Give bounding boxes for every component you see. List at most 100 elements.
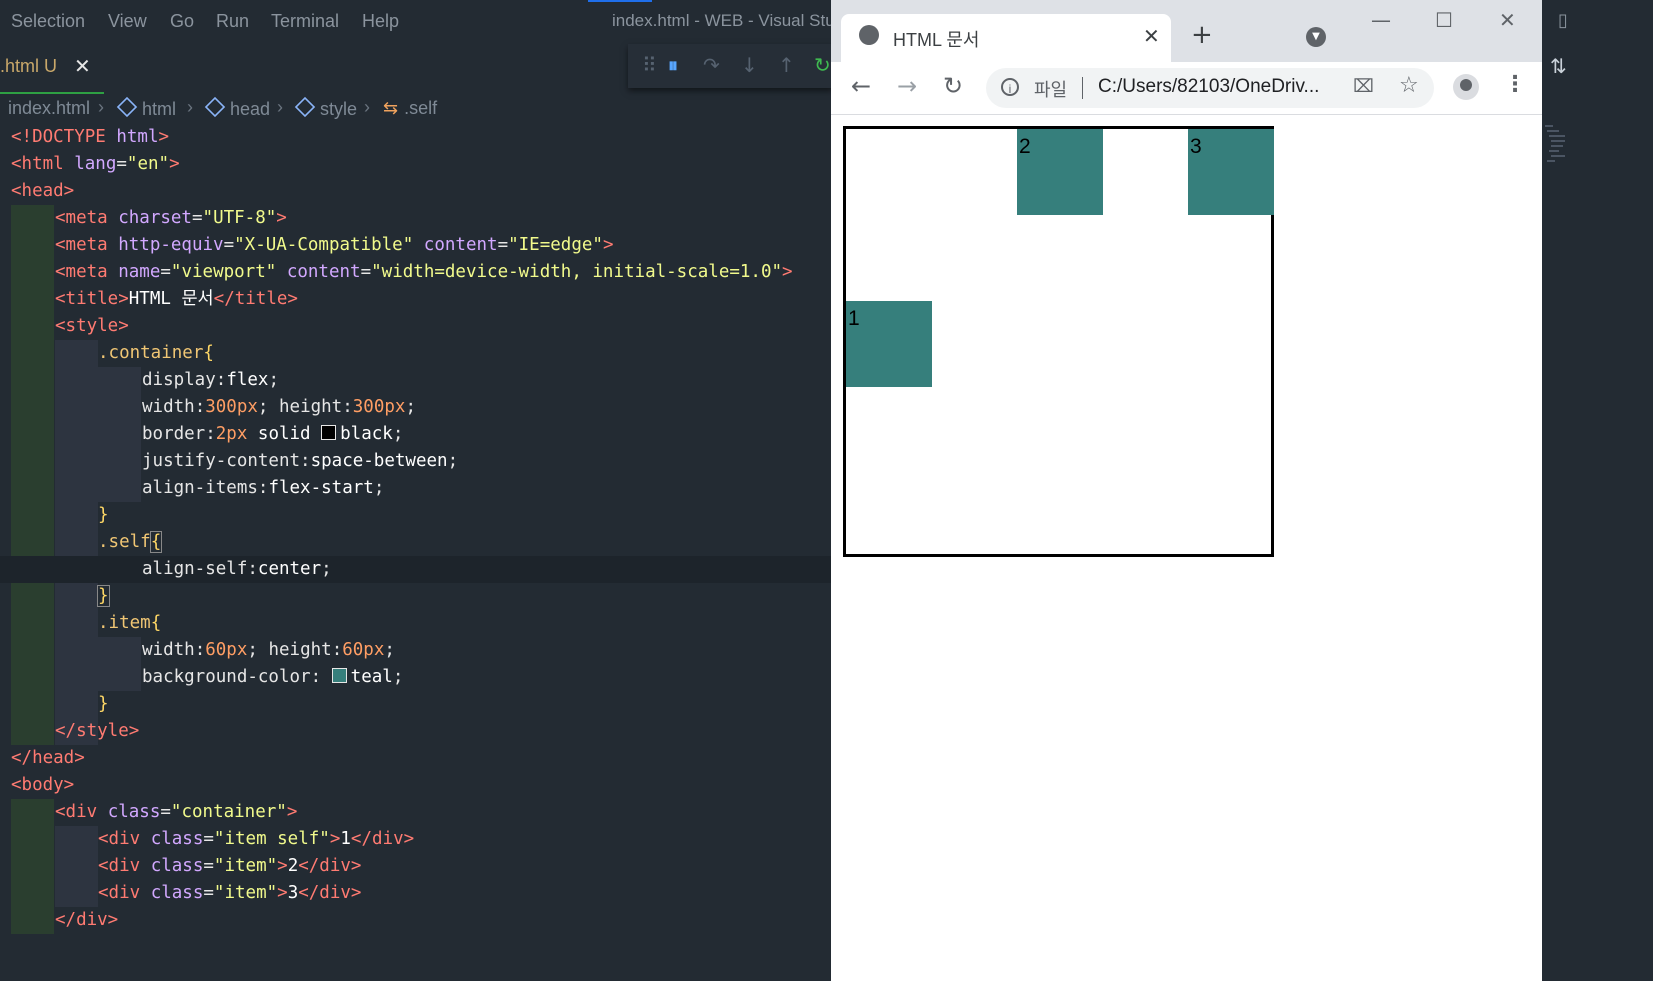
indent-guide	[55, 340, 98, 745]
split-editor-icon[interactable]: ▯	[1558, 10, 1568, 31]
address-bar[interactable]: i 파일 C:/Users/82103/OneDriv... ⌧ ☆	[986, 68, 1434, 108]
breadcrumb-self[interactable]: ⇆ .self	[383, 98, 437, 119]
code-line-20: width:60px; height:60px;	[142, 640, 395, 660]
url-text[interactable]: C:/Users/82103/OneDriv...	[1098, 76, 1319, 98]
minimap-line	[1551, 145, 1563, 147]
browser-tab-title: HTML 문서	[893, 30, 980, 50]
color-swatch-black[interactable]	[321, 425, 337, 440]
source-control-icon[interactable]: ⇅	[1550, 54, 1567, 78]
menu-run[interactable]: Run	[216, 11, 249, 32]
code-line-28: <div class="item">2</div>	[98, 856, 362, 876]
address-separator	[1082, 77, 1083, 99]
menu-go[interactable]: Go	[170, 11, 194, 32]
indent-guide	[55, 826, 98, 907]
indent-guide	[11, 799, 54, 934]
minimap-line	[1551, 140, 1565, 142]
code-line-3: <head>	[11, 181, 75, 201]
step-into-icon[interactable]: ↓	[741, 53, 758, 77]
restart-icon[interactable]: ↻	[814, 53, 831, 77]
back-icon[interactable]: ←	[851, 72, 871, 100]
item-label: 1	[848, 307, 860, 330]
scheme-label: 파일	[1034, 80, 1068, 101]
close-icon[interactable]: ✕	[1143, 24, 1160, 48]
browser-toolbar: ← → ↻ i 파일 C:/Users/82103/OneDriv... ⌧ ☆…	[831, 62, 1542, 115]
breadcrumb-self-label: .self	[404, 98, 438, 118]
code-line-1: <!DOCTYPE html>	[11, 127, 170, 147]
browser-tab[interactable]: HTML 문서 ✕	[841, 14, 1171, 62]
drag-handle-icon[interactable]: ⠿	[642, 53, 657, 77]
breadcrumb-html[interactable]: html	[116, 96, 176, 120]
element-cube-icon	[294, 96, 316, 118]
browser-window: HTML 문서 ✕ + ▼ — ☐ ✕ ← → ↻ i 파일 C:/Users/…	[831, 0, 1542, 981]
code-line-26: <div class="container">	[55, 802, 298, 822]
info-icon[interactable]: i	[1001, 78, 1019, 96]
new-tab-icon[interactable]: +	[1191, 20, 1213, 50]
code-line-2: <html lang="en">	[11, 154, 180, 174]
minimize-icon[interactable]: —	[1371, 8, 1391, 32]
title-accent-line	[588, 0, 652, 2]
pause-icon[interactable]: ⏸	[668, 53, 678, 77]
step-over-icon[interactable]: ↷	[703, 53, 720, 77]
forward-icon[interactable]: →	[897, 72, 917, 100]
code-line-8: <style>	[55, 316, 129, 336]
indent-guide	[11, 205, 54, 745]
profile-avatar-icon[interactable]	[1453, 74, 1479, 100]
code-line-22: }	[98, 694, 109, 714]
code-line-9: .container{	[98, 343, 214, 363]
chevron-right-icon: ›	[364, 97, 370, 117]
flex-item-2: 2	[1017, 129, 1103, 215]
breadcrumb-style[interactable]: style	[294, 96, 358, 120]
breadcrumb-head[interactable]: head	[204, 96, 271, 120]
reload-icon[interactable]: ↻	[943, 72, 963, 100]
code-line-19: .item{	[98, 613, 162, 633]
code-line-29: <div class="item">3</div>	[98, 883, 362, 903]
menu-help[interactable]: Help	[362, 11, 399, 32]
flex-item-1: 1	[846, 301, 932, 387]
menu-view[interactable]: View	[108, 11, 147, 32]
element-cube-icon	[116, 96, 138, 118]
page-viewport: 1 2 3	[831, 115, 1542, 981]
close-icon[interactable]: ✕	[74, 54, 91, 78]
window-title: index.html - WEB - Visual Stu	[612, 11, 831, 30]
debug-toolbar: ⠿ ⏸ ↷ ↓ ↑ ↻	[628, 44, 831, 88]
flex-item-3: 3	[1188, 129, 1274, 215]
maximize-icon[interactable]: ☐	[1435, 8, 1453, 32]
more-menu-icon[interactable]: ⋮	[1504, 72, 1526, 97]
bookmark-star-icon[interactable]: ☆	[1399, 73, 1419, 98]
minimap-line	[1547, 160, 1555, 162]
code-line-27: <div class="item self">1</div>	[98, 829, 415, 849]
minimap-line	[1547, 130, 1559, 132]
code-line-21: background-color: teal;	[142, 667, 404, 687]
tab-search-icon[interactable]: ▼	[1306, 27, 1326, 47]
menu-bar: Selection View Go Run Terminal Help inde…	[0, 0, 831, 42]
code-line-15: }	[98, 505, 109, 525]
minimap[interactable]	[1545, 125, 1565, 185]
close-window-icon[interactable]: ✕	[1499, 8, 1516, 32]
code-line-11: width:300px; height:300px;	[142, 397, 416, 417]
step-out-icon[interactable]: ↑	[778, 53, 795, 77]
element-cube-icon	[204, 96, 226, 118]
menu-selection[interactable]: Selection	[11, 11, 85, 32]
editor-tab-label: .html U	[0, 56, 58, 76]
item-label: 2	[1019, 135, 1031, 158]
globe-icon	[859, 25, 879, 45]
code-line-30: </div>	[55, 910, 119, 930]
code-line-5: <meta http-equiv="X-UA-Compatible" conte…	[55, 235, 614, 255]
code-line-24: </head>	[11, 748, 85, 768]
code-line-18: }	[97, 585, 110, 607]
breadcrumb: index.html › html › head › style › ⇆ .sel…	[0, 96, 831, 122]
code-line-7: <title>HTML 문서</title>	[55, 289, 298, 309]
item-label: 3	[1190, 135, 1202, 158]
breadcrumb-style-label: style	[320, 99, 358, 119]
color-swatch-teal[interactable]	[331, 668, 347, 683]
translate-icon[interactable]: ⌧	[1353, 76, 1374, 97]
editor-tab-index-html[interactable]: .html U ✕	[0, 42, 104, 94]
breadcrumb-head-label: head	[230, 99, 271, 119]
chevron-right-icon: ›	[187, 97, 193, 117]
editor-right-panel: ▯ ⇅	[1542, 0, 1653, 981]
flex-container: 1 2 3	[843, 126, 1274, 557]
breadcrumb-file[interactable]: index.html	[8, 98, 90, 119]
menu-terminal[interactable]: Terminal	[271, 11, 339, 32]
code-line-16: .self{	[98, 531, 163, 553]
minimap-line	[1545, 125, 1553, 127]
